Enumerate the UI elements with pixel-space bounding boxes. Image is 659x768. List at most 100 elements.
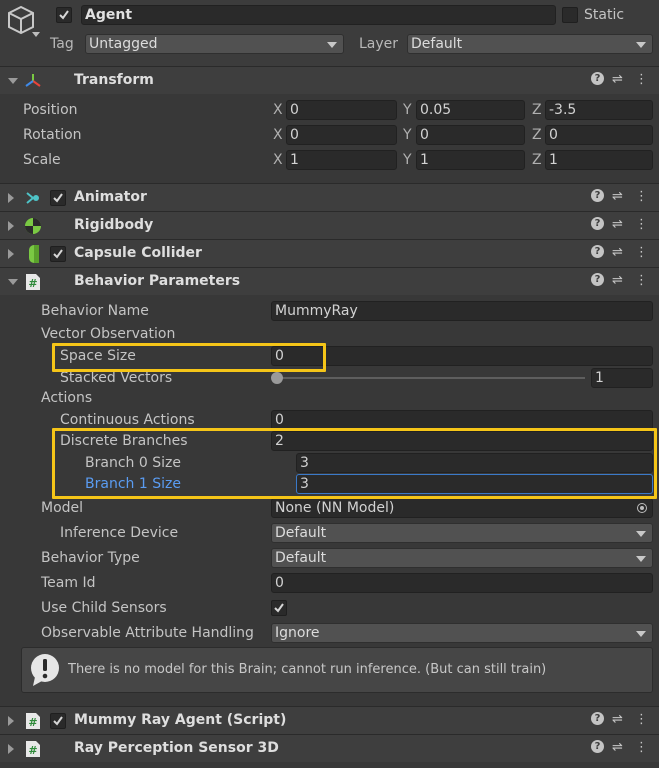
axis-x-label[interactable]: X — [273, 150, 283, 170]
agent-script-title: Mummy Ray Agent (Script) — [74, 712, 287, 728]
script-icon: # — [25, 273, 41, 291]
axis-y-label[interactable]: Y — [403, 100, 412, 120]
object-name-field[interactable]: Agent — [81, 5, 556, 25]
scale-x-field[interactable]: 1 — [286, 150, 397, 170]
inference-device-dropdown[interactable]: Default — [271, 523, 653, 543]
layer-value: Default — [411, 36, 463, 52]
help-icon[interactable]: ? — [591, 189, 604, 202]
layer-dropdown[interactable]: Default — [407, 34, 653, 54]
foldout-expanded-icon[interactable] — [8, 279, 18, 285]
foldout-collapsed-icon[interactable] — [8, 193, 14, 203]
header-icons: ? ⇌ ⋮ — [591, 245, 651, 261]
foldout-collapsed-icon[interactable] — [8, 716, 14, 726]
static-label: Static — [584, 7, 625, 23]
continuous-actions-label: Continuous Actions — [60, 412, 195, 428]
axis-y-label[interactable]: Y — [403, 125, 412, 145]
svg-text:#: # — [28, 716, 37, 729]
menu-icon[interactable]: ⋮ — [635, 245, 648, 261]
preset-icon[interactable]: ⇌ — [612, 740, 623, 756]
axis-x-label[interactable]: X — [273, 100, 283, 120]
slider-thumb[interactable] — [271, 372, 283, 384]
actions-label: Actions — [41, 390, 93, 406]
menu-icon[interactable]: ⋮ — [635, 740, 648, 756]
slider-track — [275, 377, 585, 379]
animator-header[interactable]: Animator ? ⇌ ⋮ — [0, 183, 659, 211]
agent-script-header[interactable]: # Mummy Ray Agent (Script) ? ⇌ ⋮ — [0, 706, 659, 734]
team-id-field[interactable]: 0 — [271, 573, 653, 593]
behavior-parameters-title: Behavior Parameters — [74, 273, 241, 289]
observable-attribute-dropdown[interactable]: Ignore — [271, 623, 653, 643]
behavior-name-field[interactable]: MummyRay — [271, 301, 653, 321]
chevron-down-icon — [636, 631, 646, 637]
use-child-sensors-checkbox[interactable] — [271, 600, 287, 616]
animator-enabled-checkbox[interactable] — [50, 190, 66, 206]
help-icon[interactable]: ? — [591, 273, 604, 286]
foldout-collapsed-icon[interactable] — [8, 744, 14, 754]
space-size-field[interactable]: 0 — [271, 346, 653, 366]
agent-script-enabled-checkbox[interactable] — [50, 713, 66, 729]
chevron-down-icon[interactable] — [32, 32, 40, 37]
tag-label: Tag — [50, 36, 74, 52]
behavior-type-dropdown[interactable]: Default — [271, 548, 653, 568]
preset-icon[interactable]: ⇌ — [612, 245, 623, 261]
position-x-field[interactable]: 0 — [286, 100, 397, 120]
stacked-vectors-slider[interactable] — [271, 370, 587, 386]
bottom-strip — [0, 762, 659, 768]
transform-header[interactable]: Transform ? ⇌ ⋮ — [0, 66, 659, 94]
use-child-sensors-label: Use Child Sensors — [41, 600, 167, 616]
observable-attribute-label: Observable Attribute Handling — [41, 625, 254, 641]
foldout-collapsed-icon[interactable] — [8, 249, 14, 259]
animator-icon — [25, 190, 41, 206]
active-checkbox[interactable] — [56, 7, 72, 23]
preset-icon[interactable]: ⇌ — [612, 72, 623, 88]
chevron-down-icon — [636, 556, 646, 562]
layer-label: Layer — [359, 36, 399, 52]
foldout-collapsed-icon[interactable] — [8, 221, 14, 231]
position-z-field[interactable]: -3.5 — [545, 100, 653, 120]
stacked-vectors-field[interactable]: 1 — [591, 368, 653, 388]
foldout-expanded-icon[interactable] — [8, 78, 18, 84]
axis-y-label[interactable]: Y — [403, 150, 412, 170]
menu-icon[interactable]: ⋮ — [635, 189, 648, 205]
preset-icon[interactable]: ⇌ — [612, 712, 623, 728]
capsule-collider-header[interactable]: Capsule Collider ? ⇌ ⋮ — [0, 239, 659, 267]
preset-icon[interactable]: ⇌ — [612, 273, 623, 289]
help-icon[interactable]: ? — [591, 217, 604, 230]
menu-icon[interactable]: ⋮ — [635, 217, 648, 233]
rotation-y-field[interactable]: 0 — [416, 125, 525, 145]
position-y-field[interactable]: 0.05 — [416, 100, 525, 120]
checkmark-icon — [274, 603, 284, 613]
ray-sensor-header[interactable]: # Ray Perception Sensor 3D ? ⇌ ⋮ — [0, 734, 659, 762]
axis-x-label[interactable]: X — [273, 125, 283, 145]
tag-dropdown[interactable]: Untagged — [85, 34, 344, 54]
rotation-x-field[interactable]: 0 — [286, 125, 397, 145]
object-picker-icon[interactable] — [637, 503, 647, 513]
position-label: Position — [23, 102, 78, 118]
help-icon[interactable]: ? — [591, 72, 604, 85]
behavior-type-value: Default — [275, 550, 327, 566]
rigidbody-header[interactable]: Rigidbody ? ⇌ ⋮ — [0, 211, 659, 239]
model-object-field[interactable]: None (NN Model) — [271, 498, 653, 518]
svg-text:#: # — [28, 277, 37, 290]
animator-title: Animator — [74, 189, 147, 205]
menu-icon[interactable]: ⋮ — [635, 712, 648, 728]
axis-z-label[interactable]: Z — [532, 100, 542, 120]
rotation-z-field[interactable]: 0 — [545, 125, 653, 145]
inference-device-label: Inference Device — [60, 525, 179, 541]
preset-icon[interactable]: ⇌ — [612, 189, 623, 205]
axis-z-label[interactable]: Z — [532, 150, 542, 170]
scale-z-field[interactable]: 1 — [545, 150, 653, 170]
help-icon[interactable]: ? — [591, 712, 604, 725]
behavior-parameters-header[interactable]: # Behavior Parameters ? ⇌ ⋮ — [0, 267, 659, 295]
help-icon[interactable]: ? — [591, 245, 604, 258]
static-checkbox[interactable] — [562, 7, 578, 23]
scale-y-field[interactable]: 1 — [416, 150, 525, 170]
continuous-actions-field[interactable]: 0 — [271, 410, 653, 430]
axis-z-label[interactable]: Z — [532, 125, 542, 145]
header-icons: ? ⇌ ⋮ — [591, 72, 651, 88]
capsule-enabled-checkbox[interactable] — [50, 246, 66, 262]
help-icon[interactable]: ? — [591, 740, 604, 753]
preset-icon[interactable]: ⇌ — [612, 217, 623, 233]
menu-icon[interactable]: ⋮ — [635, 273, 648, 289]
menu-icon[interactable]: ⋮ — [635, 72, 648, 88]
